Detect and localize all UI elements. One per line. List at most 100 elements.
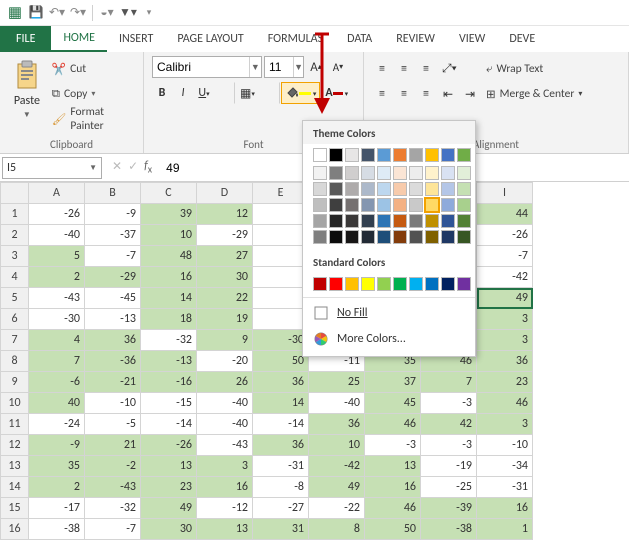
align-left-button[interactable]: ≡	[372, 83, 392, 105]
cell[interactable]: -42	[309, 456, 365, 477]
color-swatch[interactable]	[377, 166, 391, 180]
tab-home[interactable]: HOME	[51, 26, 107, 52]
color-swatch[interactable]	[329, 166, 343, 180]
cell[interactable]: -3	[421, 393, 477, 414]
cell[interactable]: 49	[477, 288, 533, 309]
cell[interactable]: -3	[421, 435, 477, 456]
italic-button[interactable]: I	[173, 82, 193, 104]
cell[interactable]: 10	[309, 435, 365, 456]
cell[interactable]: -26	[141, 435, 197, 456]
color-swatch[interactable]	[345, 148, 359, 162]
cell[interactable]: 35	[29, 456, 85, 477]
color-swatch[interactable]	[361, 148, 375, 162]
chevron-down-icon[interactable]: ▼	[293, 57, 303, 77]
underline-button[interactable]: U▾	[194, 82, 214, 104]
cell[interactable]: 3	[197, 456, 253, 477]
cell[interactable]: -7	[477, 246, 533, 267]
cell[interactable]	[253, 225, 309, 246]
column-header[interactable]: B	[85, 183, 141, 204]
color-swatch[interactable]	[457, 166, 471, 180]
more-colors-button[interactable]: More Colors...	[303, 326, 475, 352]
color-swatch[interactable]	[425, 198, 439, 212]
color-swatch[interactable]	[393, 230, 407, 244]
color-swatch[interactable]	[377, 214, 391, 228]
color-swatch[interactable]	[393, 198, 407, 212]
color-swatch[interactable]	[409, 166, 423, 180]
cut-button[interactable]: ✂️Cut	[52, 58, 135, 80]
cell[interactable]: -10	[477, 435, 533, 456]
align-top-button[interactable]: ≡	[372, 58, 392, 80]
cell[interactable]: 46	[365, 414, 421, 435]
cell[interactable]: 13	[197, 519, 253, 540]
cell[interactable]: 42	[421, 414, 477, 435]
color-swatch[interactable]	[457, 214, 471, 228]
cell[interactable]: -9	[29, 435, 85, 456]
redo-icon[interactable]: ↷▾	[69, 4, 87, 22]
color-swatch[interactable]	[345, 214, 359, 228]
color-swatch[interactable]	[345, 230, 359, 244]
cell[interactable]: -13	[85, 309, 141, 330]
fx-icon[interactable]: fx	[144, 159, 152, 175]
cell[interactable]: -8	[253, 477, 309, 498]
align-middle-button[interactable]: ≡	[394, 58, 414, 80]
cell[interactable]	[253, 204, 309, 225]
color-swatch[interactable]	[329, 148, 343, 162]
cell[interactable]: 30	[197, 267, 253, 288]
tab-data[interactable]: DATA	[335, 26, 384, 52]
cell[interactable]: -13	[141, 351, 197, 372]
color-swatch[interactable]	[393, 277, 407, 291]
color-swatch[interactable]	[441, 198, 455, 212]
color-swatch[interactable]	[425, 182, 439, 196]
cell[interactable]: 16	[365, 477, 421, 498]
cell[interactable]: 46	[477, 393, 533, 414]
cell[interactable]: -43	[29, 288, 85, 309]
borders-button[interactable]: ▦▾	[236, 82, 259, 104]
cell[interactable]: -40	[197, 393, 253, 414]
cell[interactable]: 30	[141, 519, 197, 540]
tab-developer[interactable]: DEVE	[497, 26, 547, 52]
color-swatch[interactable]	[441, 214, 455, 228]
cell[interactable]: 16	[477, 498, 533, 519]
cell[interactable]: 31	[253, 519, 309, 540]
cell[interactable]	[253, 267, 309, 288]
cell[interactable]	[253, 288, 309, 309]
cell[interactable]: -22	[309, 498, 365, 519]
cell[interactable]: 36	[309, 414, 365, 435]
color-swatch[interactable]	[345, 182, 359, 196]
cell[interactable]: -25	[421, 477, 477, 498]
cell[interactable]: -39	[421, 498, 477, 519]
cell[interactable]: 36	[477, 351, 533, 372]
format-painter-button[interactable]: 🖌Format Painter	[52, 108, 135, 130]
increase-font-button[interactable]: A▴	[306, 56, 326, 78]
cell[interactable]: -32	[85, 498, 141, 519]
color-swatch[interactable]	[313, 277, 327, 291]
row-header[interactable]: 2	[1, 225, 29, 246]
color-swatch[interactable]	[329, 182, 343, 196]
cell[interactable]: 37	[365, 372, 421, 393]
font-color-button[interactable]: A▾	[321, 82, 352, 104]
color-swatch[interactable]	[409, 230, 423, 244]
color-swatch[interactable]	[409, 182, 423, 196]
cell[interactable]: 2	[29, 267, 85, 288]
color-swatch[interactable]	[457, 198, 471, 212]
cell[interactable]: 12	[197, 204, 253, 225]
cell[interactable]: 23	[477, 372, 533, 393]
color-swatch[interactable]	[457, 277, 471, 291]
color-swatch[interactable]	[441, 182, 455, 196]
color-swatch[interactable]	[441, 166, 455, 180]
cell[interactable]: -16	[141, 372, 197, 393]
align-center-button[interactable]: ≡	[394, 83, 414, 105]
cell[interactable]: 4	[29, 330, 85, 351]
cell[interactable]: 40	[29, 393, 85, 414]
color-swatch[interactable]	[393, 166, 407, 180]
color-swatch[interactable]	[313, 214, 327, 228]
cell[interactable]: 16	[197, 477, 253, 498]
cell[interactable]: -34	[477, 456, 533, 477]
cell[interactable]: -17	[29, 498, 85, 519]
cell[interactable]: 26	[197, 372, 253, 393]
color-swatch[interactable]	[409, 148, 423, 162]
undo-icon[interactable]: ↶▾	[48, 4, 66, 22]
row-header[interactable]: 13	[1, 456, 29, 477]
cell[interactable]: 5	[29, 246, 85, 267]
column-header[interactable]: C	[141, 183, 197, 204]
